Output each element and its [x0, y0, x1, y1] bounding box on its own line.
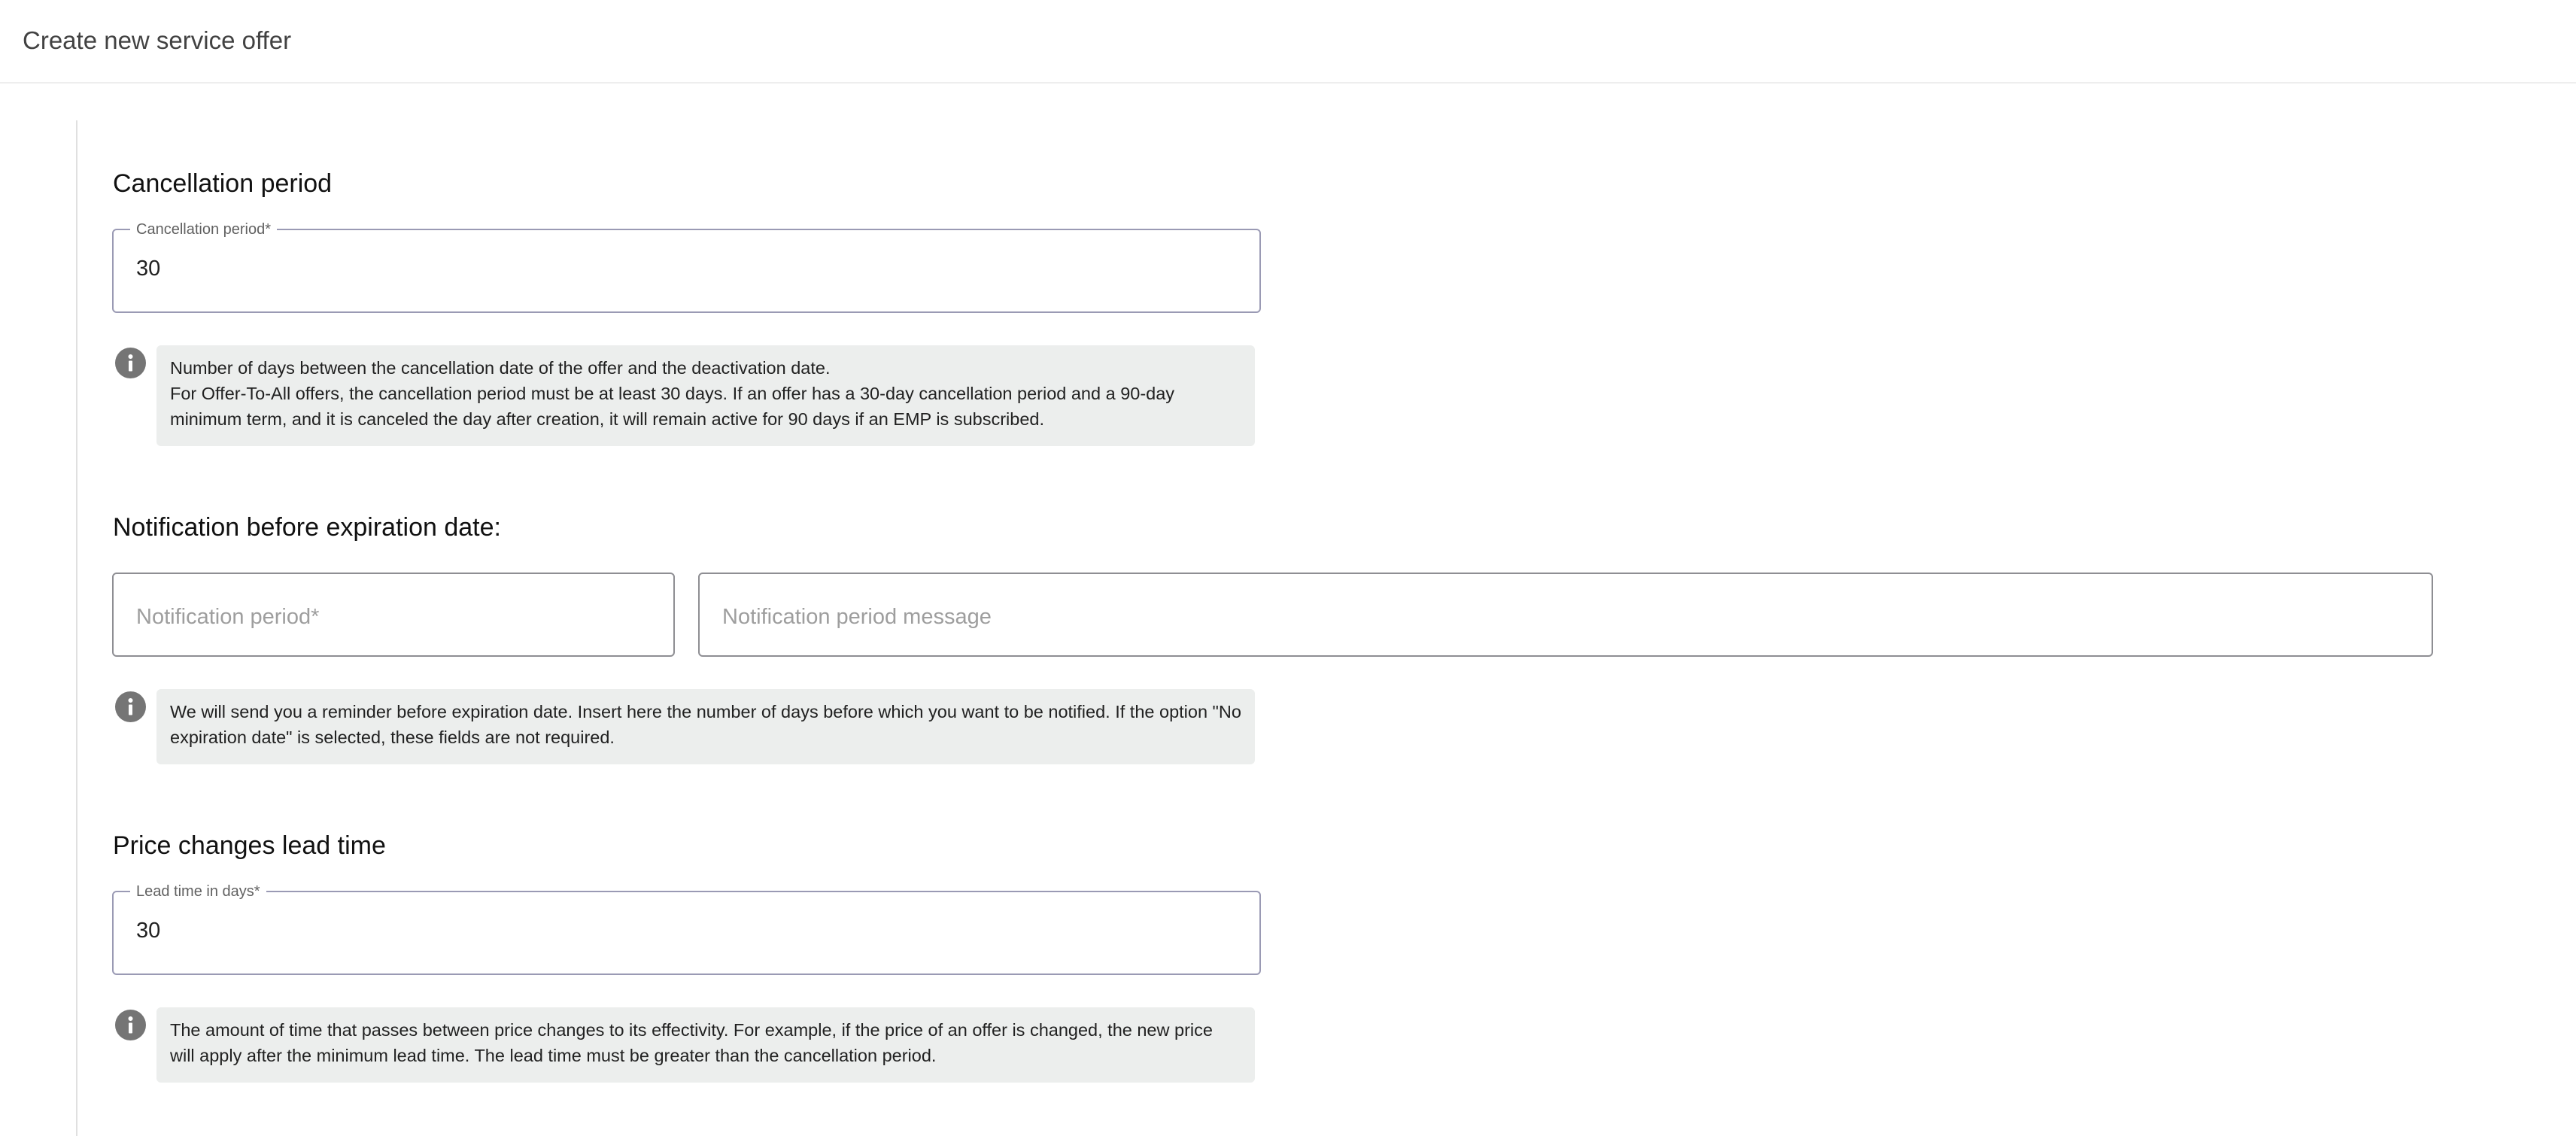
lead-time-info-box: The amount of time that passes between p… — [156, 1007, 1255, 1083]
notification-message-input[interactable]: Notification period message — [698, 573, 2433, 657]
cancellation-info-line-2: For Offer-To-All offers, the cancellatio… — [170, 384, 1175, 429]
notification-info-box: We will send you a reminder before expir… — [156, 689, 1255, 764]
lead-time-label: Lead time in days* — [130, 882, 266, 901]
top-bar: Create new service offer — [0, 0, 2576, 84]
cancellation-period-value[interactable]: 30 — [136, 254, 160, 283]
lead-time-field[interactable]: Lead time in days* 30 — [112, 882, 1261, 975]
lead-time-info-text: The amount of time that passes between p… — [170, 1020, 1213, 1065]
info-icon — [115, 691, 146, 722]
cancellation-period-label: Cancellation period* — [130, 220, 278, 239]
lead-time-section-title: Price changes lead time — [113, 831, 386, 860]
notification-period-placeholder: Notification period* — [136, 605, 320, 629]
content-divider — [76, 120, 77, 1136]
notification-section-title: Notification before expiration date: — [113, 513, 501, 542]
lead-time-value[interactable]: 30 — [136, 916, 160, 945]
cancellation-section-title: Cancellation period — [113, 169, 333, 198]
cancellation-info-line-1: Number of days between the cancellation … — [170, 358, 831, 378]
cancellation-info-box: Number of days between the cancellation … — [156, 345, 1255, 446]
notification-period-input[interactable]: Notification period* — [112, 573, 675, 657]
info-icon — [115, 348, 146, 378]
cancellation-period-field[interactable]: Cancellation period* 30 — [112, 220, 1261, 313]
page-title: Create new service offer — [23, 26, 292, 54]
notification-info-text: We will send you a reminder before expir… — [170, 702, 1241, 747]
notification-message-placeholder: Notification period message — [722, 605, 992, 629]
info-icon — [115, 1010, 146, 1040]
